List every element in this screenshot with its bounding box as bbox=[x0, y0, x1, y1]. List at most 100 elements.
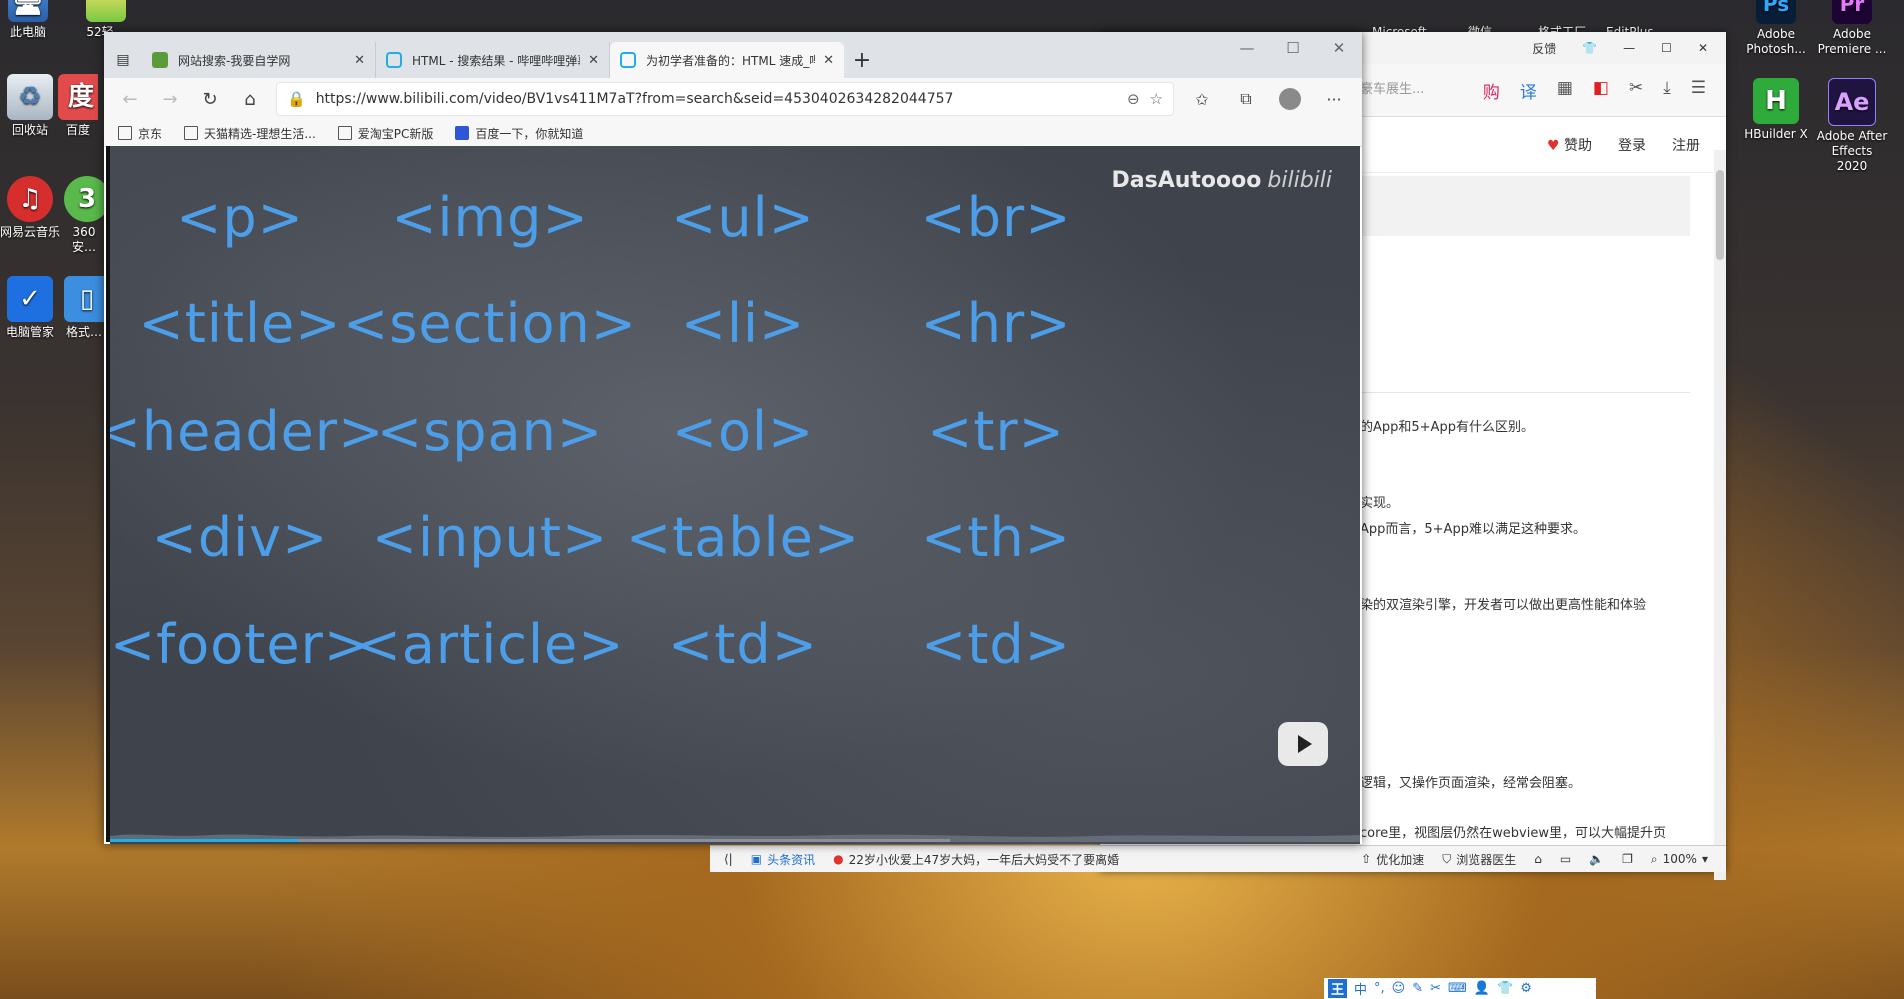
ime-keyboard-icon[interactable]: ⌨ bbox=[1448, 981, 1467, 996]
close-tab-icon[interactable]: ✕ bbox=[354, 53, 365, 68]
add-favorite-icon[interactable]: ☆ bbox=[1150, 90, 1163, 108]
divider bbox=[1360, 392, 1690, 393]
compat-icon[interactable]: ▭ bbox=[1560, 852, 1571, 866]
new-tab-button[interactable]: + bbox=[844, 42, 880, 78]
more-menu-icon[interactable]: ··· bbox=[1314, 83, 1354, 115]
optimize-item[interactable]: ⇧ 优化加速 bbox=[1361, 851, 1424, 868]
tab-label: 为初学者准备的：HTML 速成_哔 bbox=[646, 53, 816, 68]
cart-icon[interactable]: ⌂ bbox=[1534, 852, 1542, 866]
sponsor-link[interactable]: ♥ 赞助 bbox=[1547, 135, 1592, 155]
feedback-link[interactable]: 反馈 bbox=[1532, 40, 1556, 57]
skin-icon[interactable]: 👕 bbox=[1582, 41, 1597, 55]
ime-punctuation-icon[interactable]: °, bbox=[1374, 981, 1385, 996]
minimize-button[interactable]: — bbox=[1224, 32, 1270, 64]
maximize-button[interactable]: ☐ bbox=[1661, 41, 1672, 55]
ime-emoji-icon[interactable]: ☺ bbox=[1392, 981, 1406, 996]
desktop-top-label: Microsoft bbox=[1372, 25, 1427, 32]
address-bar[interactable]: 🔒 https://www.bilibili.com/video/BV1vs41… bbox=[276, 82, 1174, 116]
home-button[interactable]: ⌂ bbox=[232, 83, 268, 115]
translate-icon[interactable]: 译 bbox=[1520, 78, 1537, 103]
volume-icon[interactable]: 🔈 bbox=[1589, 852, 1604, 866]
tab-label: 网站搜索-我要自学网 bbox=[178, 53, 291, 68]
bookmark-baidu[interactable]: 百度一下，你就知道 bbox=[455, 125, 583, 142]
tab-zixue[interactable]: 网站搜索-我要自学网 ✕ bbox=[142, 42, 376, 78]
profile-button[interactable] bbox=[1270, 83, 1310, 115]
after-effects-icon: Ae bbox=[1828, 78, 1876, 126]
close-tab-icon[interactable]: ✕ bbox=[588, 53, 599, 68]
close-button[interactable]: ✕ bbox=[1316, 32, 1362, 64]
window-icon[interactable]: ❐ bbox=[1622, 852, 1633, 866]
close-tab-icon[interactable]: ✕ bbox=[823, 53, 834, 68]
login-link[interactable]: 登录 bbox=[1618, 135, 1646, 155]
shopping-icon[interactable]: 购 bbox=[1483, 78, 1500, 103]
status-collapse-icon[interactable]: ⟨| bbox=[724, 852, 733, 866]
play-tv-icon[interactable] bbox=[1278, 722, 1328, 766]
lock-icon[interactable]: 🔒 bbox=[287, 90, 306, 108]
desktop-icon-label: Adobe Premiere ... bbox=[1817, 27, 1887, 56]
ime-settings-icon[interactable]: ⚙ bbox=[1520, 981, 1532, 996]
refresh-button[interactable]: ↻ bbox=[192, 83, 228, 115]
bg-tool-icons: 购 译 ▦ ◧ ✂ ⤓ ☰ bbox=[1483, 78, 1706, 103]
video-progress-bar[interactable] bbox=[110, 828, 1360, 842]
ime-chinese-mode[interactable]: 中 bbox=[1354, 979, 1367, 998]
doctor-item[interactable]: ⛉ 浏览器医生 bbox=[1442, 851, 1516, 868]
address-toolbar: ← → ↻ ⌂ 🔒 https://www.bilibili.com/video… bbox=[104, 78, 1362, 120]
played-bar bbox=[110, 839, 299, 842]
desktop-icon-pc-manager[interactable]: ✓ 电脑管家 bbox=[0, 276, 66, 340]
apps-grid-icon[interactable]: ▦ bbox=[1557, 78, 1573, 103]
desktop-icon-360[interactable]: 3 360安… bbox=[64, 176, 104, 255]
desktop-icon-after-effects[interactable]: Ae Adobe After Effects 2020 bbox=[1816, 78, 1888, 174]
ime-handwrite-icon[interactable]: ✎ bbox=[1412, 981, 1423, 996]
download-icon[interactable]: ⤓ bbox=[1663, 78, 1671, 103]
favorites-icon[interactable]: ✩ bbox=[1182, 83, 1222, 115]
ime-user-icon[interactable]: 👤 bbox=[1474, 981, 1490, 996]
menu-icon[interactable]: ☰ bbox=[1691, 78, 1706, 103]
tab-actions-icon[interactable]: ▤ bbox=[104, 42, 142, 78]
maximize-button[interactable]: ☐ bbox=[1270, 32, 1316, 64]
register-link[interactable]: 注册 bbox=[1672, 135, 1700, 155]
desktop-icon-label: 360安… bbox=[71, 225, 96, 254]
new-feature-icon[interactable]: ◧ bbox=[1593, 78, 1609, 103]
scrollbar-thumb[interactable] bbox=[1716, 170, 1724, 260]
url-text[interactable]: https://www.bilibili.com/video/BV1vs411M… bbox=[316, 91, 1117, 107]
collections-icon[interactable]: ⧉ bbox=[1226, 83, 1266, 115]
tab-bilibili-search[interactable]: HTML - 搜索结果 - 哔哩哔哩弹幕 ✕ bbox=[376, 42, 610, 78]
desktop-icon-format[interactable]: ▯ 格式… bbox=[64, 276, 104, 340]
forward-button[interactable]: → bbox=[152, 83, 188, 115]
zixue-icon bbox=[152, 52, 168, 68]
edge-browser-window[interactable]: ▤ 网站搜索-我要自学网 ✕ HTML - 搜索结果 - 哔哩哔哩弹幕 ✕ 为初… bbox=[104, 32, 1362, 844]
desktop-icon-this-pc[interactable]: 🖥 此电脑 bbox=[0, 0, 64, 40]
headline-item[interactable]: ● 22岁小伙爱上47岁大妈，一年后大妈受不了要离婚 bbox=[833, 851, 1119, 868]
bg-search-fragment[interactable]: 豪车展生... bbox=[1360, 78, 1424, 97]
desktop-icon-premiere[interactable]: Pr Adobe Premiere ... bbox=[1816, 0, 1888, 57]
bookmark-jd[interactable]: 京东 bbox=[118, 125, 162, 142]
bg-text-line: 的App和5+App有什么区别。 bbox=[1360, 420, 1534, 435]
bookmark-aitaobao[interactable]: 爱淘宝PC新版 bbox=[337, 125, 433, 142]
app-icon bbox=[86, 0, 126, 22]
news-item[interactable]: ▣ 头条资讯 bbox=[751, 851, 815, 868]
desktop-icon-netease-music[interactable]: ♫ 网易云音乐 bbox=[0, 176, 66, 240]
tab-bilibili-video[interactable]: 为初学者准备的：HTML 速成_哔 ✕ bbox=[610, 42, 844, 78]
ime-logo-icon[interactable]: 王 bbox=[1328, 979, 1348, 998]
zoom-out-icon[interactable]: ⊖ bbox=[1127, 90, 1140, 108]
close-button[interactable]: ✕ bbox=[1698, 41, 1708, 55]
html-tag-3-3: <th> bbox=[921, 506, 1071, 569]
bg-scrollbar[interactable] bbox=[1714, 150, 1726, 880]
page-icon bbox=[118, 126, 132, 140]
page-icon bbox=[337, 126, 352, 140]
desktop-icon-hbuilder[interactable]: H HBuilder X bbox=[1740, 78, 1812, 142]
desktop-icon-recycle-bin[interactable]: ♻ 回收站 bbox=[0, 74, 66, 138]
scissors-icon[interactable]: ✂ bbox=[1629, 78, 1643, 103]
heart-badge-icon: ● bbox=[833, 852, 844, 866]
back-button[interactable]: ← bbox=[112, 83, 148, 115]
ime-tools-icon[interactable]: ✂ bbox=[1430, 981, 1441, 996]
desktop-icon-photoshop[interactable]: Ps Adobe Photosh... bbox=[1740, 0, 1812, 57]
zoom-item[interactable]: ⌕ 100% ▾ bbox=[1651, 852, 1708, 867]
bg-text-line: 染的双渲染引擎，开发者可以做出更高性能和体验 bbox=[1360, 598, 1647, 613]
ime-skin-icon[interactable]: 👕 bbox=[1497, 981, 1513, 996]
video-player[interactable]: <p> <img> <ul> <br> <title> <section> <li> <hr>… bbox=[106, 146, 1360, 844]
minimize-button[interactable]: — bbox=[1623, 41, 1635, 55]
bookmark-tmall[interactable]: 天猫精选-理想生活... bbox=[184, 125, 316, 142]
desktop-icon-baidu[interactable]: 度 百度 bbox=[58, 74, 98, 138]
bg-text-line: App而言，5+App难以满足这种要求。 bbox=[1360, 522, 1586, 537]
